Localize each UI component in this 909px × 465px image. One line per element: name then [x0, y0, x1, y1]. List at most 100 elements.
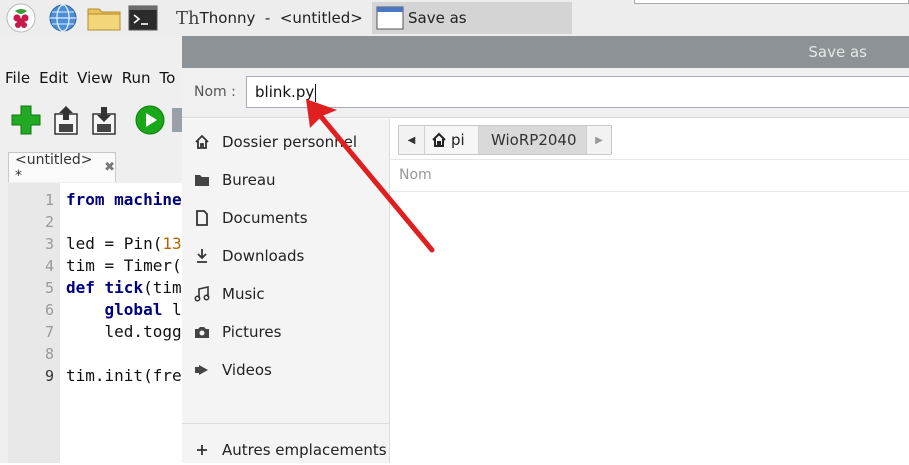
- menu-tools[interactable]: To: [160, 69, 176, 91]
- chevron-left-icon: ◀: [407, 134, 416, 146]
- document-icon: [182, 210, 222, 226]
- code-token: l: [162, 300, 182, 319]
- debug-button-partial[interactable]: [172, 104, 182, 136]
- menu-view[interactable]: View: [77, 69, 113, 91]
- line-number: 1: [44, 191, 54, 209]
- place-label: Downloads: [222, 247, 305, 265]
- place-home[interactable]: Dossier personnel: [182, 127, 390, 157]
- place-videos[interactable]: Videos: [182, 355, 390, 385]
- place-label: Autres emplacements: [222, 441, 387, 459]
- window-icon: [376, 6, 404, 30]
- filename-input[interactable]: blink.py: [246, 76, 909, 108]
- file-manager-icon[interactable]: [86, 3, 122, 33]
- place-desktop[interactable]: Bureau: [182, 165, 390, 195]
- save-file-button[interactable]: [88, 104, 120, 136]
- line-number: 6: [44, 301, 54, 319]
- taskbar: Th Thonny - <untitled> … Save as: [0, 0, 909, 36]
- thonny-app-icon: Th: [176, 7, 200, 29]
- place-label: Documents: [222, 209, 308, 227]
- path-forward-button[interactable]: ▶: [587, 126, 611, 154]
- editor-tab[interactable]: <untitled> * ✖: [8, 151, 116, 184]
- camera-icon: [182, 324, 222, 340]
- taskbar-item-save-as-label: Save as: [408, 9, 467, 27]
- line-number: 5: [44, 279, 54, 297]
- place-other-locations[interactable]: Autres emplacements: [182, 435, 390, 465]
- taskbar-item-save-as[interactable]: Save as: [372, 2, 572, 34]
- places-divider: [182, 423, 390, 424]
- editor-tab-label: <untitled> *: [15, 151, 93, 184]
- code-line: tim.init(fre: [66, 366, 182, 385]
- dialog-title-bar[interactable]: Save as: [182, 36, 909, 68]
- home-icon: [182, 134, 222, 150]
- open-file-button[interactable]: [50, 104, 82, 136]
- run-button[interactable]: [134, 104, 166, 136]
- place-documents[interactable]: Documents: [182, 203, 390, 233]
- line-number: 7: [44, 323, 54, 341]
- code-line: led = Pin(13: [66, 234, 182, 253]
- place-label: Music: [222, 285, 265, 303]
- terminal-icon[interactable]: [128, 3, 158, 33]
- path-segment-home[interactable]: pi: [425, 126, 479, 154]
- code-line: tim = Timer(: [66, 256, 182, 275]
- code-token: (tim: [143, 278, 182, 297]
- code-token: tick: [94, 278, 144, 297]
- menu-bar: File Edit View Run To: [0, 69, 179, 91]
- line-number: 2: [44, 213, 54, 231]
- code-token: 13: [162, 234, 182, 253]
- place-label: Videos: [222, 361, 272, 379]
- save-as-dialog: Save as Nom : blink.py Dossier personnel…: [182, 36, 909, 463]
- panel-widget: [634, 0, 909, 4]
- place-label: Dossier personnel: [222, 133, 358, 151]
- folder-icon: [182, 172, 222, 188]
- download-icon: [92, 107, 116, 135]
- place-label: Bureau: [222, 171, 276, 189]
- web-browser-icon[interactable]: [48, 3, 78, 33]
- video-icon: [182, 362, 222, 378]
- menu-run[interactable]: Run: [122, 69, 151, 91]
- upload-icon: [54, 106, 78, 135]
- code-line: led.togg: [66, 322, 182, 341]
- code-line: def tick(tim: [66, 278, 182, 297]
- filename-label: Nom :: [194, 84, 236, 100]
- download-icon: [182, 248, 222, 264]
- filename-value: blink.py: [255, 83, 315, 101]
- line-number: 8: [44, 345, 54, 363]
- code-token: led = Pin(: [66, 234, 163, 253]
- menu-file[interactable]: File: [5, 69, 30, 91]
- column-header-name: Nom: [399, 167, 432, 183]
- column-header[interactable]: Nom: [391, 159, 909, 192]
- close-tab-icon[interactable]: ✖: [104, 160, 115, 175]
- path-segment-label: pi: [451, 131, 465, 149]
- music-icon: [182, 286, 222, 302]
- path-segment-label: WioRP2040: [491, 131, 577, 149]
- new-file-button[interactable]: [10, 104, 42, 136]
- home-icon: [431, 132, 447, 148]
- taskbar-item-thonny[interactable]: Th Thonny - <untitled> …: [172, 2, 387, 34]
- menu-edit[interactable]: Edit: [39, 69, 68, 91]
- path-segment-current[interactable]: WioRP2040: [479, 126, 587, 154]
- plus-icon: [11, 105, 41, 135]
- raspberry-menu-icon[interactable]: [6, 3, 36, 33]
- code-editor[interactable]: from machine led = Pin(13 tim = Timer( d…: [60, 183, 190, 463]
- line-number-gutter: 1 2 3 4 5 6 7 8 9: [8, 183, 60, 463]
- filename-row: Nom : blink.py: [182, 68, 909, 118]
- code-token: global: [66, 300, 163, 319]
- line-number: 4: [44, 257, 54, 275]
- line-number: 9: [44, 367, 54, 385]
- text-caret: [315, 83, 317, 102]
- play-icon: [135, 105, 165, 135]
- code-token: from machine: [66, 190, 182, 209]
- code-line: global l: [66, 300, 182, 319]
- plus-icon: [182, 442, 222, 458]
- path-back-button[interactable]: ◀: [399, 126, 425, 154]
- taskbar-item-thonny-label: Thonny - <untitled> …: [199, 9, 388, 27]
- place-pictures[interactable]: Pictures: [182, 317, 390, 347]
- file-browser: ◀ pi WioRP2040 ▶ Nom: [391, 119, 909, 463]
- chevron-right-icon: ▶: [595, 134, 603, 146]
- place-downloads[interactable]: Downloads: [182, 241, 390, 271]
- code-line: from machine: [66, 190, 182, 209]
- dialog-title: Save as: [808, 43, 867, 61]
- code-token: def: [66, 278, 95, 297]
- place-music[interactable]: Music: [182, 279, 390, 309]
- places-sidebar: Dossier personnel Bureau Documents Downl…: [182, 119, 390, 463]
